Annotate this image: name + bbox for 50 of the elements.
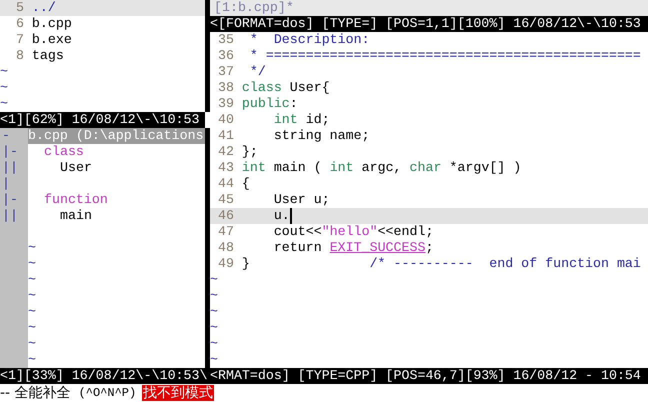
empty-line-marker: ~ <box>210 336 218 352</box>
empty-line-marker: ~ <box>210 304 218 320</box>
taglist-header: b.cpp (D:\applications <box>28 128 205 144</box>
fold-marker: || <box>2 208 18 224</box>
error-message: 找不到模式 <box>142 385 214 401</box>
tag-item[interactable]: main <box>28 208 92 224</box>
empty-line-marker: ~ <box>28 272 36 288</box>
empty-line-marker: ~ <box>210 352 218 368</box>
code-line: 43 int main ( int argc, char *argv[] ) <box>216 160 522 176</box>
code-line: 39 public: <box>216 96 299 112</box>
empty-line-marker: ~ <box>0 80 8 96</box>
code-line: 49 } /* ---------- end of function mai <box>216 256 642 272</box>
fold-marker: - <box>2 128 10 144</box>
code-line: 47 cout<<"hello"<<endl; <box>216 224 434 240</box>
tag-group[interactable]: function <box>28 192 108 208</box>
code-line: 45 User u; <box>216 192 331 208</box>
code-line: 35 * Description: <box>216 32 371 48</box>
code-line: 41 string name; <box>216 128 371 144</box>
code-line: 42 }; <box>216 144 259 160</box>
key-hint: (^O^N^P) <box>78 385 136 401</box>
empty-line-marker: ~ <box>28 240 36 256</box>
empty-line-marker: ~ <box>28 304 36 320</box>
empty-line-marker: ~ <box>210 272 218 288</box>
code-line: 44 { <box>216 176 251 192</box>
code-line: 37 */ <box>216 64 267 80</box>
file-tree-row[interactable]: 8 tags <box>0 48 205 64</box>
empty-line-marker: ~ <box>210 288 218 304</box>
empty-line-marker: ~ <box>210 320 218 336</box>
text-cursor <box>290 208 292 224</box>
file-tree-row[interactable]: 6 b.cpp <box>0 16 205 32</box>
empty-line-marker: ~ <box>28 336 36 352</box>
fold-marker: | <box>2 176 10 192</box>
empty-line-marker: ~ <box>28 352 36 368</box>
empty-line-marker: ~ <box>28 288 36 304</box>
fold-marker: || <box>2 160 18 176</box>
file-tree-row[interactable]: 7 b.exe <box>0 32 205 48</box>
file-tree-row[interactable]: 5 ../ <box>0 0 205 16</box>
empty-line-marker: ~ <box>0 96 8 112</box>
mode-message: -- 全能补全 <box>0 385 71 401</box>
tag-item[interactable]: User <box>28 160 92 176</box>
fold-marker: |- <box>2 192 18 208</box>
empty-line-marker: ~ <box>28 320 36 336</box>
empty-line-marker: ~ <box>28 256 36 272</box>
code-line: 40 int id; <box>216 112 331 128</box>
code-line: 48 return EXIT_SUCCESS; <box>216 240 434 256</box>
code-line: 36 * =============================================== <box>216 48 642 64</box>
empty-line-marker: ~ <box>0 64 8 80</box>
fold-marker: |- <box>2 144 18 160</box>
code-line: 38 class User{ <box>216 80 331 96</box>
tag-group[interactable]: class <box>28 144 84 160</box>
